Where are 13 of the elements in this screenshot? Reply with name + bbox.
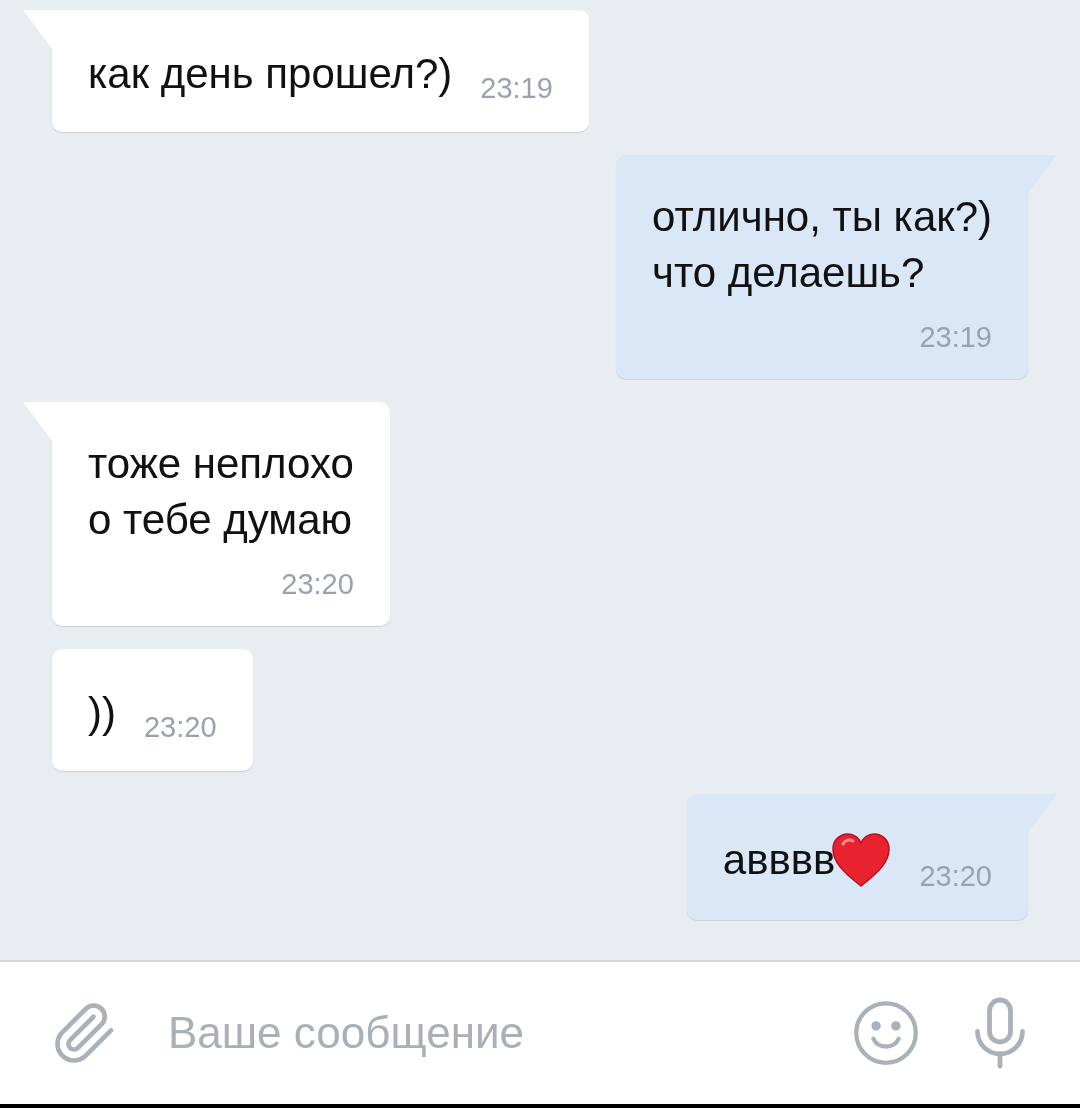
message-time: 23:20	[281, 567, 354, 602]
message-time: 23:19	[480, 71, 553, 106]
message-text: отлично, ты как?)	[652, 192, 992, 242]
message-time: 23:20	[919, 859, 992, 894]
message-text: как день прошел?)	[88, 49, 453, 99]
message-text: ))	[88, 688, 116, 738]
message-text: что делаешь?	[652, 248, 926, 298]
message-time: 23:19	[919, 320, 992, 355]
message-text: о тебе думаю	[88, 495, 354, 545]
message-text: авввв	[722, 835, 836, 885]
smiley-icon[interactable]	[852, 999, 920, 1067]
message-text: тоже неплохо	[88, 439, 354, 489]
message-time: 23:20	[144, 710, 217, 745]
